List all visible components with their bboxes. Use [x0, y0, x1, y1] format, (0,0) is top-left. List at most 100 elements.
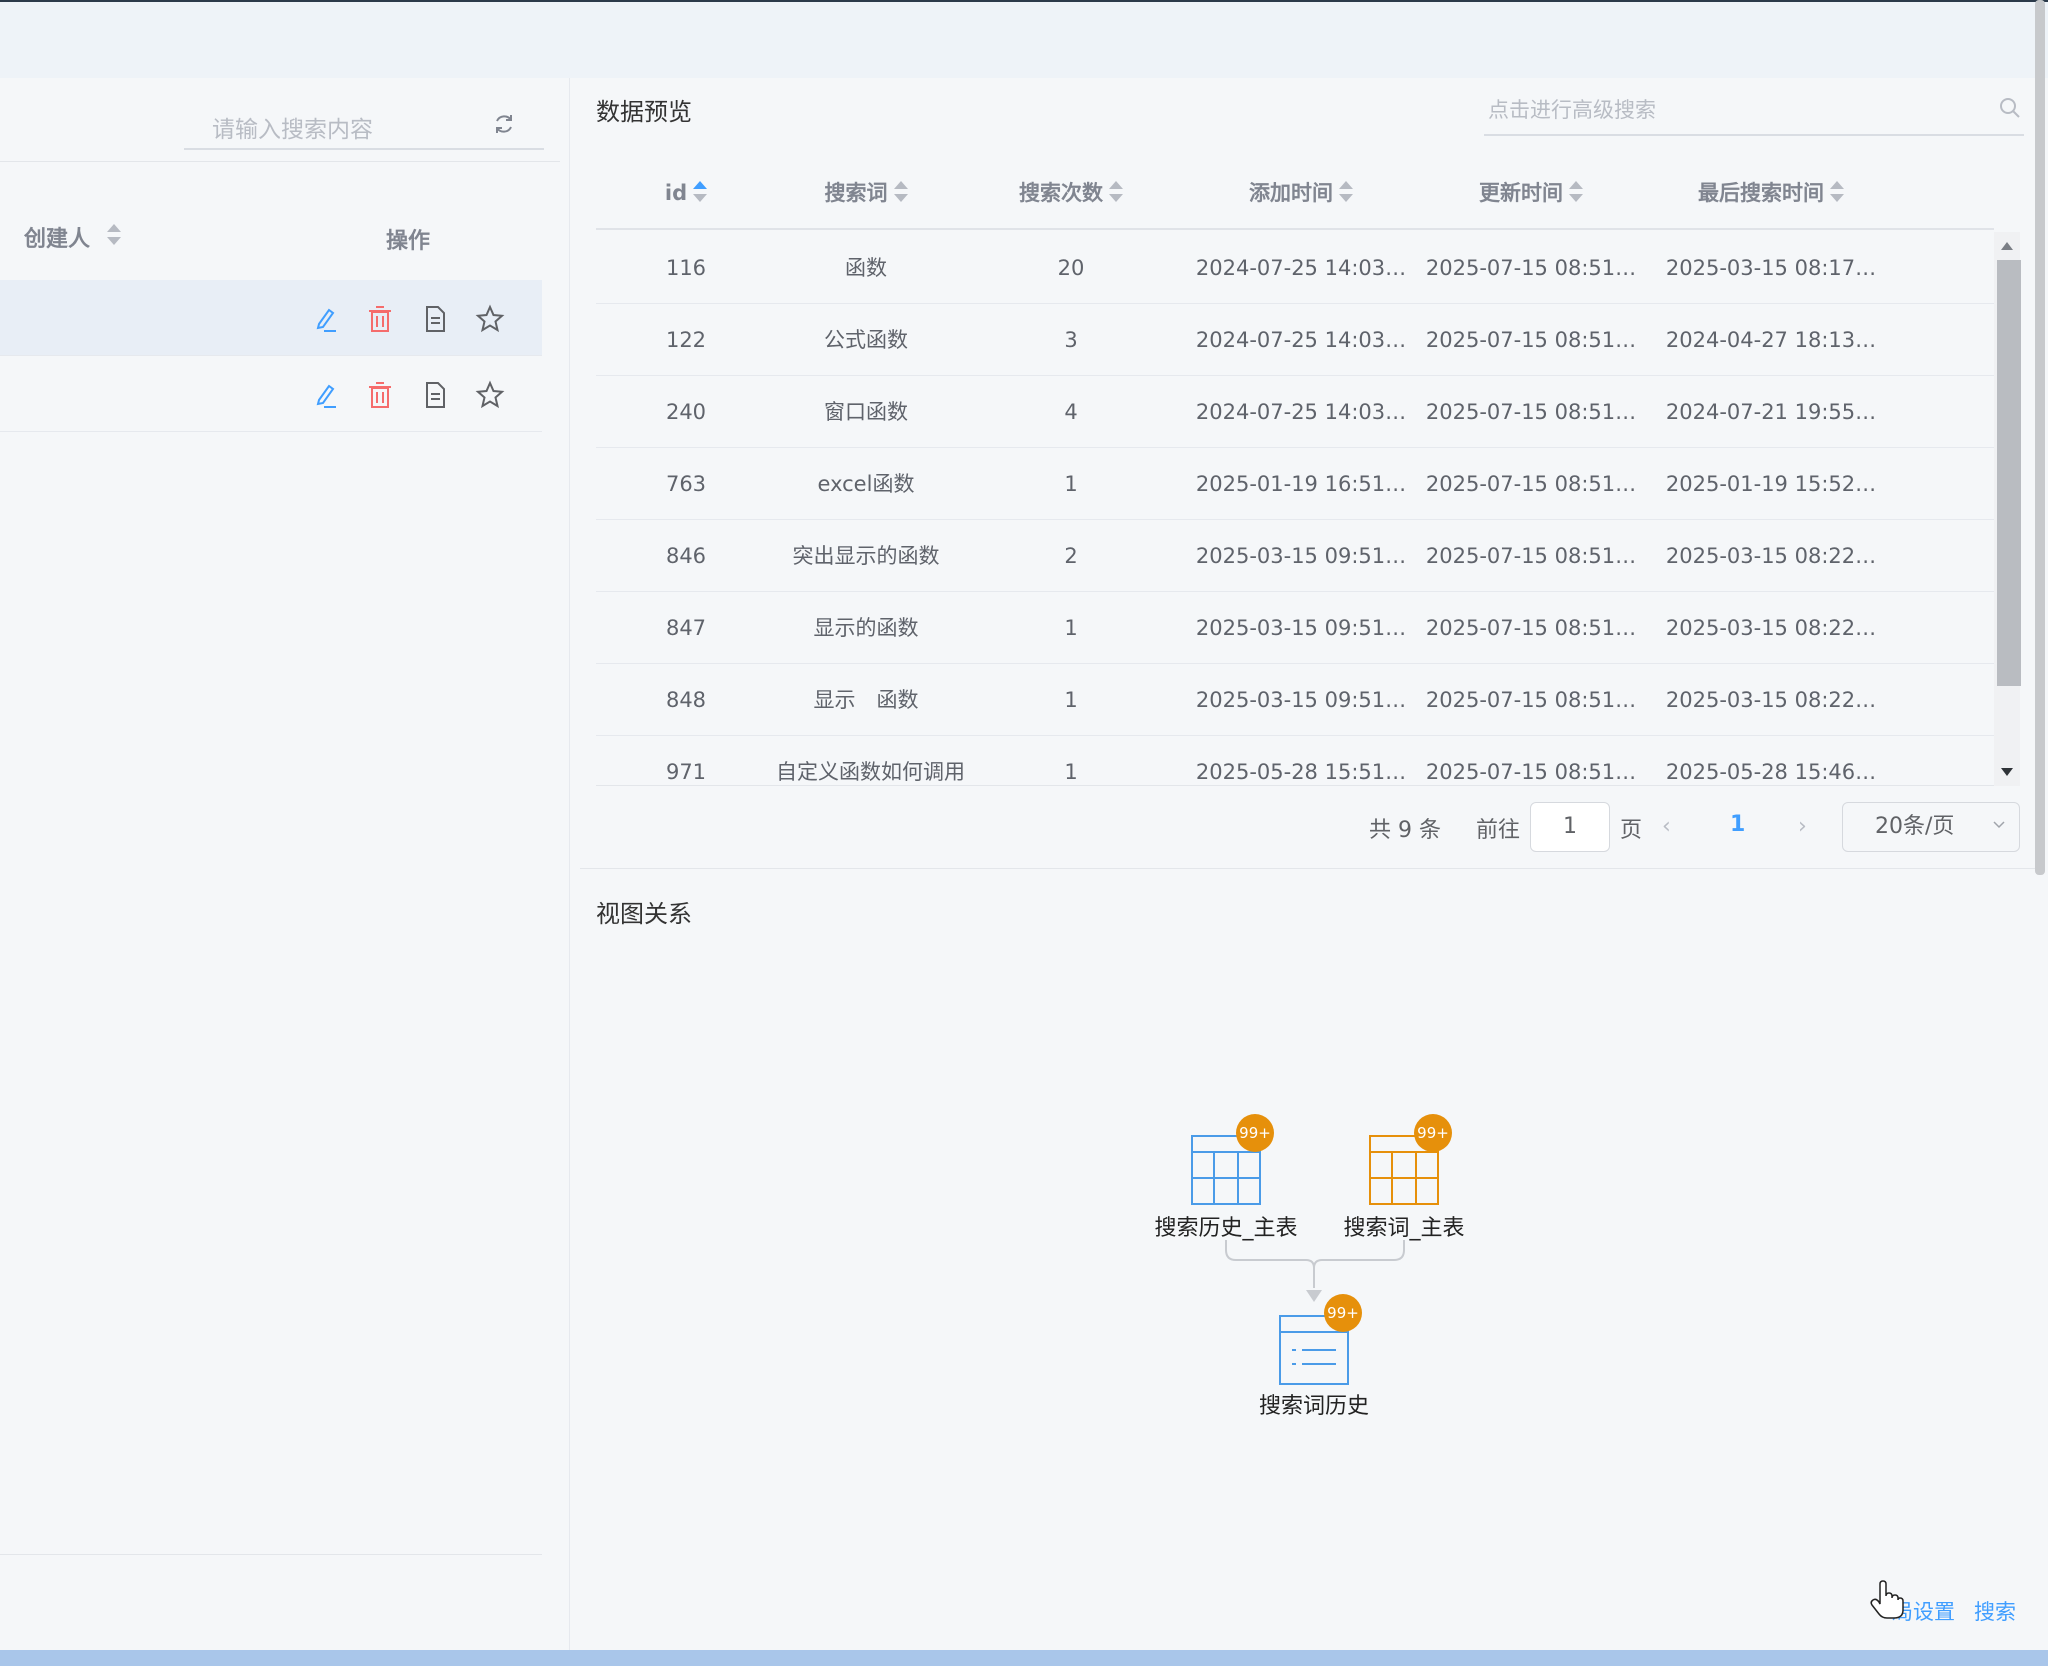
table-cell: 122	[665, 328, 707, 352]
pagination: 共 9 条 前往 1 页 ‹ 1 › 20条/页	[572, 800, 2022, 854]
scroll-up-icon[interactable]	[2001, 242, 2013, 250]
delete-icon[interactable]	[365, 304, 395, 334]
edit-icon[interactable]	[310, 380, 340, 410]
table-cell: 2024-07-25 14:03…	[1195, 328, 1407, 352]
table-cell: excel函数	[817, 472, 915, 496]
column-creator[interactable]: 创建人	[24, 221, 90, 253]
column-header[interactable]: 最后搜索时间	[1646, 156, 1896, 230]
preview-table-header: id 搜索词 搜索次数 添加时间 更新时间 最后搜索时间	[596, 156, 1994, 230]
scroll-down-icon[interactable]	[2001, 768, 2013, 776]
refresh-icon[interactable]	[492, 112, 516, 136]
sort-icon[interactable]	[1569, 180, 1583, 204]
column-header[interactable]: 搜索次数	[956, 156, 1186, 230]
relation-connectors	[1225, 1240, 1405, 1302]
chevron-down-icon	[1993, 821, 2005, 829]
search-icon[interactable]	[1998, 96, 2022, 120]
table-cell: 2025-07-15 08:51…	[1425, 760, 1637, 784]
node-label: 搜索历史_主表	[1154, 1216, 1298, 1241]
left-search-input[interactable]: 请输入搜索内容	[184, 100, 544, 150]
pagination-goto-input[interactable]: 1	[1530, 802, 1610, 852]
edit-icon[interactable]	[310, 304, 340, 334]
bottom-scroll-strip	[0, 1650, 2048, 1666]
sort-icon[interactable]	[1830, 180, 1844, 204]
left-table-row[interactable]	[0, 356, 542, 432]
table-cell: 1	[1064, 616, 1078, 640]
table-cell: 2024-07-25 14:03…	[1195, 256, 1407, 280]
document-icon[interactable]	[420, 304, 450, 334]
table-cell: 2025-07-15 08:51…	[1425, 616, 1637, 640]
left-table-row[interactable]	[0, 280, 542, 356]
table-cell: 2	[1064, 544, 1078, 568]
node-label: 搜索词_主表	[1343, 1216, 1465, 1241]
table-row[interactable]: 122 公式函数 3 2024-07-25 14:03… 2025-07-15 08:5…	[596, 304, 1994, 376]
table-row[interactable]: 763 excel函数 1 2025-01-19 16:51… 2025-07-15 0…	[596, 448, 1994, 520]
pagination-page-label: 页	[1620, 818, 1643, 843]
search-link[interactable]: 搜索	[1974, 1596, 2016, 1626]
advanced-search-input[interactable]: 点击进行高级搜索	[1484, 84, 2024, 136]
table-cell: 2025-07-15 08:51…	[1425, 256, 1637, 280]
table-row[interactable]: 971 自定义函数如何调用 1 2025-05-28 15:51… 2025-07-15…	[596, 736, 1994, 785]
sort-icon[interactable]	[693, 180, 708, 204]
left-table-header: 创建人 操作	[0, 213, 542, 267]
column-actions: 操作	[386, 229, 431, 254]
delete-icon[interactable]	[365, 380, 395, 410]
table-cell: 显示的函数	[813, 616, 919, 640]
column-header[interactable]: 更新时间	[1416, 156, 1646, 230]
table-cell: 2025-07-15 08:51…	[1425, 472, 1637, 496]
table-cell: 847	[665, 616, 707, 640]
table-row[interactable]: 847 显示的函数 1 2025-03-15 09:51… 2025-07-15 08:…	[596, 592, 1994, 664]
table-cell: 2025-05-28 15:51…	[1195, 760, 1407, 784]
prev-page-button[interactable]: ‹	[1662, 814, 1671, 839]
table-cell: 2025-07-15 08:51…	[1425, 544, 1637, 568]
table-cell: 1	[1064, 472, 1078, 496]
next-page-button[interactable]: ›	[1798, 814, 1807, 839]
sort-icon[interactable]	[1109, 180, 1123, 204]
column-header[interactable]: 搜索词	[776, 156, 956, 230]
table-cell: 763	[665, 472, 707, 496]
table-cell: 1	[1064, 760, 1078, 784]
table-cell: 2025-03-15 08:22…	[1665, 616, 1877, 640]
table-row[interactable]: 240 窗口函数 4 2024-07-25 14:03… 2025-07-15 08:5…	[596, 376, 1994, 448]
table-cell: 971	[665, 760, 707, 784]
sort-icon[interactable]	[893, 180, 908, 204]
preview-title: 数据预览	[596, 98, 692, 126]
left-panel: 请输入搜索内容 创建人 操作	[0, 78, 570, 1650]
data-preview-panel: 数据预览 点击进行高级搜索 id 搜索词 搜索次数 添加时间 更新时间 最后搜索…	[572, 78, 2035, 868]
table-row[interactable]: 116 函数 20 2024-07-25 14:03… 2025-07-15 08:51…	[596, 232, 1994, 304]
table-cell: 2024-04-27 18:13…	[1665, 328, 1877, 352]
table-cell: 显示 函数	[813, 688, 919, 712]
sort-icon[interactable]	[1339, 180, 1353, 204]
star-icon[interactable]	[475, 380, 505, 410]
node-badge: 99+	[1236, 1114, 1274, 1152]
table-cell: 848	[665, 688, 707, 712]
document-icon[interactable]	[420, 380, 450, 410]
advanced-search-placeholder: 点击进行高级搜索	[1488, 98, 1656, 122]
table-cell: 2025-03-15 09:51…	[1195, 616, 1407, 640]
scroll-thumb[interactable]	[1997, 260, 2021, 686]
current-page-button[interactable]: 1	[1730, 812, 1745, 837]
hand-cursor-icon	[1870, 1580, 1904, 1619]
column-header[interactable]: id	[596, 156, 776, 230]
section-divider	[580, 868, 2035, 869]
column-header[interactable]: 添加时间	[1186, 156, 1416, 230]
table-cell: 2025-07-15 08:51…	[1425, 400, 1637, 424]
table-cell: 2025-03-15 09:51…	[1195, 688, 1407, 712]
page-size-value: 20条/页	[1875, 814, 1955, 839]
table-row[interactable]: 848 显示 函数 1 2025-03-15 09:51… 2025-07-15 08:…	[596, 664, 1994, 736]
node-label: 搜索词历史	[1258, 1394, 1369, 1419]
table-cell: 2024-07-21 19:55…	[1665, 400, 1877, 424]
preview-table-body: 116 函数 20 2024-07-25 14:03… 2025-07-15 08:51…	[596, 232, 1994, 786]
table-cell: 自定义函数如何调用	[776, 760, 965, 784]
arrow-icon	[1306, 1290, 1322, 1302]
left-divider	[0, 161, 560, 162]
page-size-select[interactable]: 20条/页	[1842, 802, 2020, 852]
table-cell: 2025-03-15 09:51…	[1195, 544, 1407, 568]
star-icon[interactable]	[475, 304, 505, 334]
table-row[interactable]: 846 突出显示的函数 2 2025-03-15 09:51… 2025-07-15 0…	[596, 520, 1994, 592]
creator-sort-icon[interactable]	[107, 223, 121, 247]
table-cell: 846	[665, 544, 707, 568]
table-cell: 2024-07-25 14:03…	[1195, 400, 1407, 424]
table-scrollbar[interactable]	[1994, 232, 2021, 786]
table-cell: 2025-01-19 15:52…	[1665, 472, 1877, 496]
page-scrollbar[interactable]	[2035, 0, 2045, 875]
